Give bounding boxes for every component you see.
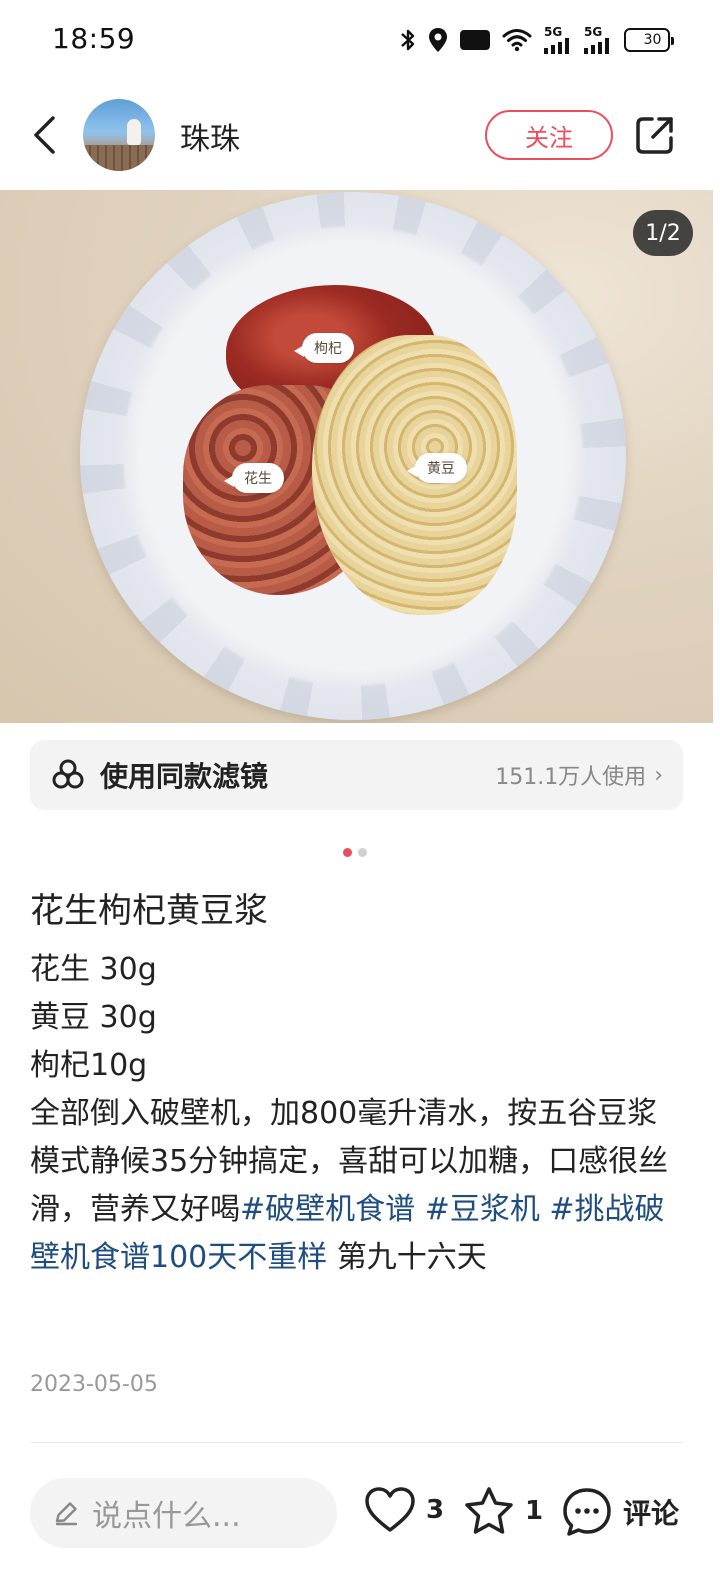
carousel-dot-active xyxy=(343,848,352,857)
tag-soy[interactable]: 黄豆 xyxy=(407,453,467,483)
divider xyxy=(30,1442,683,1443)
avatar[interactable] xyxy=(83,99,155,171)
like-count: 3 xyxy=(426,1495,445,1525)
hashtag-link[interactable]: #破壁机食谱 xyxy=(240,1192,415,1227)
chevron-left-icon xyxy=(34,116,55,154)
post-body: 花生 30g 黄豆 30g 枸杞10g 全部倒入破壁机，加800毫升清水，按五谷… xyxy=(30,946,680,1282)
tag-goji[interactable]: 枸杞 xyxy=(294,333,354,363)
like-button[interactable]: 3 xyxy=(364,1486,444,1534)
battery-level: 30 xyxy=(643,32,662,48)
tag-peanut[interactable]: 花生 xyxy=(224,463,284,493)
status-time: 18:59 xyxy=(52,22,136,55)
pencil-icon xyxy=(55,1502,78,1526)
comment-label: 评论 xyxy=(623,1497,680,1530)
post-suffix: 第九十六天 xyxy=(336,1240,487,1275)
share-button[interactable] xyxy=(634,114,676,156)
hashtag-link[interactable]: #豆浆机 xyxy=(425,1192,540,1227)
share-icon xyxy=(636,117,673,154)
chevron-right-icon: › xyxy=(654,762,663,788)
avatar-figure xyxy=(127,119,141,145)
favorite-count: 1 xyxy=(525,1496,544,1526)
post-date: 2023-05-05 xyxy=(30,1372,158,1397)
signal-label: 5G xyxy=(544,25,563,39)
bottom-action-bar: 说点什么... 3 1 评论 xyxy=(0,1458,720,1584)
username[interactable]: 珠珠 xyxy=(180,114,240,158)
signal-label: 5G xyxy=(584,25,603,39)
comment-bubble-icon xyxy=(563,1488,611,1536)
ingredient-line: 枸杞10g xyxy=(30,1048,148,1083)
back-button[interactable] xyxy=(24,112,64,158)
image-counter: 1/2 xyxy=(633,210,693,256)
hd-icon: HD xyxy=(459,30,490,50)
location-icon xyxy=(428,27,448,53)
post-title: 花生枸杞黄豆浆 xyxy=(30,891,268,931)
filter-icon xyxy=(52,759,84,789)
5g-signal-icon: 5G xyxy=(584,26,612,54)
battery-icon: 30 xyxy=(624,28,674,52)
carousel-dots xyxy=(343,848,367,857)
star-icon xyxy=(465,1487,513,1534)
comment-button[interactable]: 评论 xyxy=(561,1486,679,1538)
bluetooth-icon xyxy=(400,27,416,53)
5g-signal-icon: 5G xyxy=(544,26,572,54)
status-icons: HD 5G 5G 30 xyxy=(400,24,674,56)
wifi-icon xyxy=(502,28,532,52)
follow-button[interactable]: 关注 xyxy=(485,110,613,160)
favorite-button[interactable]: 1 xyxy=(463,1486,543,1536)
carousel-dot xyxy=(358,848,367,857)
ingredient-line: 黄豆 30g xyxy=(30,1000,157,1035)
same-filter-bar[interactable]: 使用同款滤镜 151.1万人使用 › xyxy=(30,740,683,810)
status-bar: 18:59 HD 5G 5G 30 xyxy=(0,0,720,80)
post-photo[interactable]: 枸杞 花生 黄豆 xyxy=(0,190,713,723)
comment-input[interactable]: 说点什么... xyxy=(30,1478,337,1548)
avatar-pier xyxy=(83,145,155,171)
filter-label: 使用同款滤镜 xyxy=(100,760,269,793)
filter-usage-count: 151.1万人使用 xyxy=(495,765,647,790)
ingredient-line: 花生 30g xyxy=(30,952,157,987)
heart-icon xyxy=(365,1487,415,1532)
comment-placeholder: 说点什么... xyxy=(92,1499,241,1534)
post-header: 珠珠 关注 xyxy=(0,90,720,180)
